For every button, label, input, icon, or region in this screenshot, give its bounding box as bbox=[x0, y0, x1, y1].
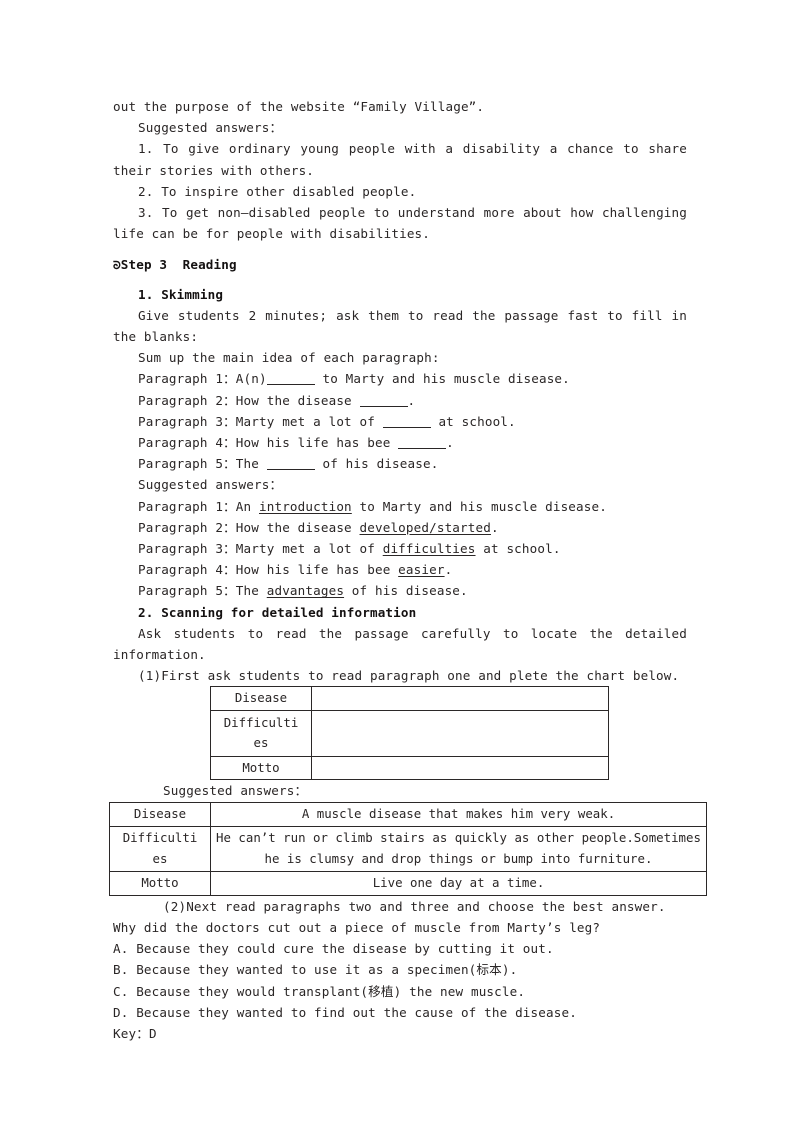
answer-keyword: easier bbox=[398, 562, 445, 578]
answer-text-after: of his disease. bbox=[344, 583, 468, 599]
answer-text-before: How the disease bbox=[235, 519, 360, 535]
blank-text-before: How the disease bbox=[235, 392, 360, 408]
document-page: out the purpose of the website “Family V… bbox=[0, 0, 800, 1132]
paragraph-label: Paragraph 1： bbox=[138, 498, 236, 514]
skimming-prompt: Sum up the main idea of each paragraph: bbox=[138, 350, 440, 366]
intro-answer-3: 3. To get non—disabled people to underst… bbox=[113, 205, 695, 242]
answer-keyword: developed/started bbox=[359, 519, 491, 535]
table-row: Motto bbox=[210, 755, 609, 781]
carryover-line: out the purpose of the website “Family V… bbox=[113, 99, 485, 114]
table-row: Disease A muscle disease that makes him … bbox=[109, 801, 707, 827]
scanning-task-2: (2)Next read paragraphs two and three an… bbox=[163, 898, 666, 914]
answer-text-before: The bbox=[235, 583, 267, 599]
blank-text-after: of his disease. bbox=[314, 456, 439, 472]
skimming-blank-2: Paragraph 2：How the disease . bbox=[113, 390, 687, 411]
chart-filled-label-motto: Motto bbox=[109, 870, 211, 896]
chart-blank-value-motto[interactable] bbox=[311, 755, 609, 781]
skimming-suggested-answers-label: Suggested answers： bbox=[138, 477, 283, 493]
paragraph-label: Paragraph 5： bbox=[138, 456, 236, 472]
fill-blank[interactable] bbox=[359, 405, 408, 407]
skimming-answer-3: Paragraph 3：Marty met a lot of difficult… bbox=[113, 538, 687, 559]
answer-text-after: to Marty and his muscle disease. bbox=[351, 498, 607, 514]
answer-key: Key：D bbox=[113, 1025, 157, 1041]
step3-heading-label: Step 3 Reading bbox=[120, 257, 237, 273]
skimming-instruction: Give students 2 minutes; ask them to rea… bbox=[113, 307, 695, 345]
paragraph-label: Paragraph 3： bbox=[138, 541, 236, 557]
skimming-blank-4: Paragraph 4：How his life has bee . bbox=[113, 432, 687, 453]
fill-blank[interactable] bbox=[266, 384, 315, 386]
paragraph-label: Paragraph 2： bbox=[138, 392, 236, 408]
chart-filled-label-difficulties: Difficulti es bbox=[109, 825, 211, 872]
answer-text-after: at school. bbox=[475, 541, 561, 557]
skimming-answer-5: Paragraph 5：The advantages of his diseas… bbox=[113, 580, 687, 601]
scanning-suggested-answers-label: Suggested answers： bbox=[163, 783, 308, 799]
paragraph-label: Paragraph 4： bbox=[138, 562, 236, 578]
chart-filled-label-disease: Disease bbox=[109, 801, 211, 827]
option-d[interactable]: D. Because they wanted to find out the c… bbox=[113, 1002, 687, 1023]
skimming-answer-4: Paragraph 4：How his life has bee easier. bbox=[113, 559, 687, 580]
step3-heading: ᘐStep 3 Reading bbox=[113, 254, 687, 276]
fill-blank[interactable] bbox=[398, 448, 447, 450]
skimming-heading: 1. Skimming bbox=[138, 286, 224, 302]
answer-text-after: . bbox=[490, 519, 499, 535]
chart-blank: Disease Difficulti es Motto bbox=[210, 686, 609, 781]
chart-blank-label-difficulties: Difficulti es bbox=[210, 709, 312, 757]
intro-answer-1: 1. To give ordinary young people with a … bbox=[113, 141, 695, 178]
answer-text-after: . bbox=[444, 562, 453, 578]
chart-filled-value-difficulties: He can’t run or climb stairs as quickly … bbox=[210, 825, 707, 872]
fill-blank[interactable] bbox=[382, 426, 431, 428]
answer-text-before: An bbox=[235, 498, 259, 514]
intro-suggested-answers-label: Suggested answers： bbox=[138, 120, 283, 136]
blank-text-before: A(n) bbox=[235, 371, 267, 387]
blank-text-after: . bbox=[446, 435, 454, 451]
answer-text-before: How his life has bee bbox=[235, 562, 399, 578]
skimming-answer-1: Paragraph 1：An introduction to Marty and… bbox=[113, 496, 687, 517]
chart-filled-value-motto: Live one day at a time. bbox=[210, 870, 707, 896]
scanning-task-1: (1)First ask students to read paragraph … bbox=[138, 668, 680, 684]
answer-text-before: Marty met a lot of bbox=[235, 541, 383, 557]
step-bullet-icon: ᘐ bbox=[113, 259, 121, 273]
paragraph-label: Paragraph 2： bbox=[138, 519, 236, 535]
paragraph-label: Paragraph 3： bbox=[138, 413, 236, 429]
scanning-heading: 2. Scanning for detailed information bbox=[138, 604, 417, 620]
scanning-question: Why did the doctors cut out a piece of m… bbox=[113, 919, 601, 935]
chart-blank-label-disease: Disease bbox=[210, 686, 312, 711]
blank-text-after: at school. bbox=[430, 413, 516, 429]
fill-blank[interactable] bbox=[266, 469, 315, 471]
skimming-answer-2: Paragraph 2：How the disease developed/st… bbox=[113, 517, 687, 538]
chart-blank-value-disease[interactable] bbox=[311, 686, 609, 711]
blank-text-before: The bbox=[235, 456, 267, 472]
table-row: Difficulti es bbox=[210, 709, 609, 757]
table-row: Disease bbox=[210, 686, 609, 711]
answer-keyword: advantages bbox=[266, 583, 345, 599]
blank-text-after: to Marty and his muscle disease. bbox=[314, 371, 570, 387]
table-row: Difficulti es He can’t run or climb stai… bbox=[109, 825, 707, 872]
skimming-blank-5: Paragraph 5：The of his disease. bbox=[113, 453, 687, 474]
paragraph-label: Paragraph 1： bbox=[138, 371, 236, 387]
answer-keyword: introduction bbox=[259, 498, 352, 514]
scanning-instruction: Ask students to read the passage careful… bbox=[113, 625, 695, 663]
blank-text-before: How his life has bee bbox=[235, 435, 399, 451]
chart-filled-value-disease: A muscle disease that makes him very wea… bbox=[210, 801, 707, 827]
option-b[interactable]: B. Because they wanted to use it as a sp… bbox=[113, 959, 687, 980]
intro-answer-2: 2. To inspire other disabled people. bbox=[138, 183, 417, 199]
blank-text-after: . bbox=[407, 392, 416, 408]
document-content: out the purpose of the website “Family V… bbox=[109, 96, 707, 1044]
chart-blank-label-motto: Motto bbox=[210, 755, 312, 781]
blank-text-before: Marty met a lot of bbox=[235, 413, 383, 429]
skimming-blank-1: Paragraph 1：A(n) to Marty and his muscle… bbox=[113, 368, 687, 389]
answer-keyword: difficulties bbox=[382, 541, 476, 557]
chart-filled: Disease A muscle disease that makes him … bbox=[109, 801, 707, 896]
option-c[interactable]: C. Because they would transplant(移植) the… bbox=[113, 981, 687, 1002]
chart-blank-value-difficulties[interactable] bbox=[311, 709, 609, 757]
paragraph-label: Paragraph 5： bbox=[138, 583, 236, 599]
paragraph-label: Paragraph 4： bbox=[138, 435, 236, 451]
option-a[interactable]: A. Because they could cure the disease b… bbox=[113, 938, 687, 959]
table-row: Motto Live one day at a time. bbox=[109, 870, 707, 896]
skimming-blank-3: Paragraph 3：Marty met a lot of at school… bbox=[113, 411, 687, 432]
